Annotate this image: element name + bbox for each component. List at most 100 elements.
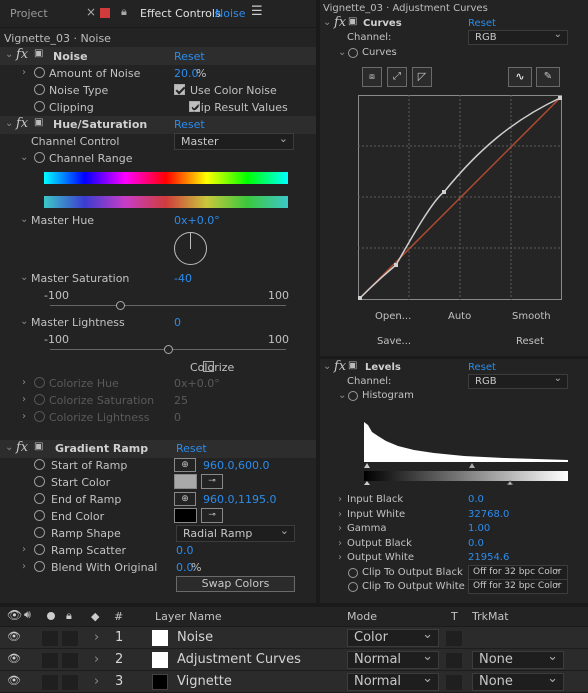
curves-graph[interactable] xyxy=(358,95,562,300)
layer-name[interactable]: Noise xyxy=(177,630,213,645)
column-header-mode[interactable]: Mode xyxy=(347,610,377,623)
layer-name[interactable]: Vignette xyxy=(177,674,232,689)
chevron-right-icon[interactable]: › xyxy=(94,652,99,667)
audio-cell[interactable] xyxy=(42,631,58,646)
stopwatch-icon[interactable] xyxy=(348,391,358,401)
output-black-value[interactable]: 0.0 xyxy=(468,538,484,549)
chevron-down-icon[interactable]: ⌄ xyxy=(323,17,331,28)
stopwatch-icon[interactable] xyxy=(34,493,45,504)
chevron-right-icon[interactable]: › xyxy=(338,494,342,505)
curves-reset-bottom-button[interactable]: Reset xyxy=(516,336,544,347)
chevron-right-icon[interactable]: › xyxy=(22,544,26,555)
curve-size-medium-icon[interactable]: ⤢ xyxy=(387,67,407,87)
layer-trkmat-dropdown[interactable]: None xyxy=(472,671,564,691)
levels-channel-dropdown[interactable]: RGB xyxy=(468,372,568,389)
eye-icon[interactable]: 👁︎ xyxy=(7,630,21,643)
chevron-down-icon[interactable]: ⌄ xyxy=(20,214,28,225)
solo-cell[interactable] xyxy=(62,675,78,690)
chevron-right-icon[interactable]: › xyxy=(22,561,26,572)
chevron-right-icon[interactable]: › xyxy=(22,411,26,422)
table-row[interactable]: 👁︎ › 2 Adjustment Curves Normal None xyxy=(0,649,588,671)
audio-cell[interactable] xyxy=(42,675,58,690)
chevron-right-icon[interactable]: › xyxy=(22,377,26,388)
curves-auto-button[interactable]: Auto xyxy=(448,311,471,322)
end-of-ramp-value[interactable]: 960.0,1195.0 xyxy=(203,493,276,506)
stopwatch-icon[interactable] xyxy=(34,101,45,112)
layer-trkmat-dropdown[interactable]: None xyxy=(472,649,564,669)
fx-icon[interactable]: fx xyxy=(16,116,28,131)
chevron-right-icon[interactable]: › xyxy=(338,523,342,534)
master-hue-value[interactable]: 0x+0.0° xyxy=(174,214,220,227)
lock-icon[interactable]: 🔒︎ xyxy=(121,5,127,19)
swap-colors-button[interactable]: Swap Colors xyxy=(176,576,295,592)
audio-cell[interactable] xyxy=(42,653,58,668)
chevron-down-icon[interactable]: ⌄ xyxy=(20,152,28,163)
table-row[interactable]: 👁︎ › 3 Vignette Normal None xyxy=(0,671,588,693)
lightness-slider-thumb[interactable] xyxy=(163,345,173,354)
stopwatch-icon[interactable] xyxy=(34,544,45,555)
lock-icon[interactable]: 🔒︎ xyxy=(66,609,72,623)
close-icon[interactable]: × xyxy=(86,5,96,19)
fx-icon[interactable]: fx xyxy=(16,47,28,62)
panel-menu-icon[interactable]: ☰ xyxy=(251,4,263,19)
stopwatch-icon[interactable] xyxy=(34,67,45,78)
chevron-down-icon[interactable]: ⌄ xyxy=(338,47,346,58)
fx-icon[interactable]: fx xyxy=(16,440,28,455)
chevron-down-icon[interactable]: ⌄ xyxy=(20,316,28,327)
t-cell[interactable] xyxy=(446,631,462,646)
crosshair-icon[interactable]: ⊕ xyxy=(174,458,196,472)
start-color-swatch[interactable] xyxy=(174,474,197,489)
hue-reset-button[interactable]: Reset xyxy=(174,118,205,131)
stopwatch-icon[interactable] xyxy=(34,527,45,538)
stopwatch-icon[interactable] xyxy=(34,510,45,521)
bezier-tool-icon[interactable]: ∿ xyxy=(508,67,532,87)
curves-channel-dropdown[interactable]: RGB xyxy=(468,28,568,45)
chevron-right-icon[interactable]: › xyxy=(22,67,26,78)
start-of-ramp-value[interactable]: 960.0,600.0 xyxy=(203,459,269,472)
clip-output-black-dropdown[interactable]: Off for 32 bpc Color xyxy=(468,563,568,580)
clip-output-white-dropdown[interactable]: Off for 32 bpc Color xyxy=(468,577,568,594)
ramp-reset-button[interactable]: Reset xyxy=(176,442,207,455)
eyedropper-icon[interactable]: ⊸ xyxy=(201,474,223,489)
layer-name[interactable]: Adjustment Curves xyxy=(177,652,301,667)
column-header-layer-name[interactable]: Layer Name xyxy=(155,610,222,623)
curves-reset-button[interactable]: Reset xyxy=(468,18,496,29)
stopwatch-icon[interactable] xyxy=(348,582,358,592)
solo-cell[interactable] xyxy=(62,631,78,646)
input-black-value[interactable]: 0.0 xyxy=(468,494,484,505)
chevron-right-icon[interactable]: › xyxy=(22,394,26,405)
amount-of-noise-value[interactable]: 20.0 xyxy=(174,67,199,80)
tab-effect-controls-layer[interactable]: Noise xyxy=(215,7,246,20)
master-hue-dial[interactable] xyxy=(174,232,207,265)
stopwatch-icon[interactable] xyxy=(348,568,358,578)
t-cell[interactable] xyxy=(446,675,462,690)
chevron-down-icon[interactable]: ⌄ xyxy=(20,272,28,283)
eye-icon[interactable]: 👁︎ xyxy=(7,652,21,665)
layer-mode-dropdown[interactable]: Normal xyxy=(347,649,439,669)
channel-control-dropdown[interactable]: Master xyxy=(174,131,294,150)
end-color-swatch[interactable] xyxy=(174,508,197,523)
curves-save-button[interactable]: Save... xyxy=(377,336,411,347)
chevron-down-icon[interactable]: ⌄ xyxy=(338,390,346,401)
video-switch-icon[interactable]: 👁︎ xyxy=(7,608,22,622)
solo-switch-icon[interactable] xyxy=(47,612,55,620)
eyedropper-icon[interactable]: ⊸ xyxy=(201,508,223,523)
gamma-value[interactable]: 1.00 xyxy=(468,523,490,534)
stopwatch-icon[interactable] xyxy=(348,48,358,58)
stopwatch-icon[interactable] xyxy=(34,84,45,95)
tab-effect-controls[interactable]: Effect Controls xyxy=(140,7,221,20)
pencil-tool-icon[interactable]: ✎ xyxy=(536,67,560,87)
chevron-right-icon[interactable]: › xyxy=(338,509,342,520)
stopwatch-icon[interactable] xyxy=(34,152,45,163)
saturation-slider-thumb[interactable] xyxy=(116,301,126,310)
curve-size-large-icon[interactable]: ◸ xyxy=(412,67,432,87)
solo-cell[interactable] xyxy=(62,653,78,668)
chevron-right-icon[interactable]: › xyxy=(94,630,99,645)
chevron-right-icon[interactable]: › xyxy=(94,674,99,689)
chevron-right-icon[interactable]: › xyxy=(338,552,342,563)
eye-icon[interactable]: 👁︎ xyxy=(7,674,21,687)
fx-icon[interactable]: fx xyxy=(334,359,346,374)
fx-icon[interactable]: fx xyxy=(334,15,346,30)
levels-reset-button[interactable]: Reset xyxy=(468,362,496,373)
saturation-slider-track[interactable] xyxy=(50,305,286,306)
